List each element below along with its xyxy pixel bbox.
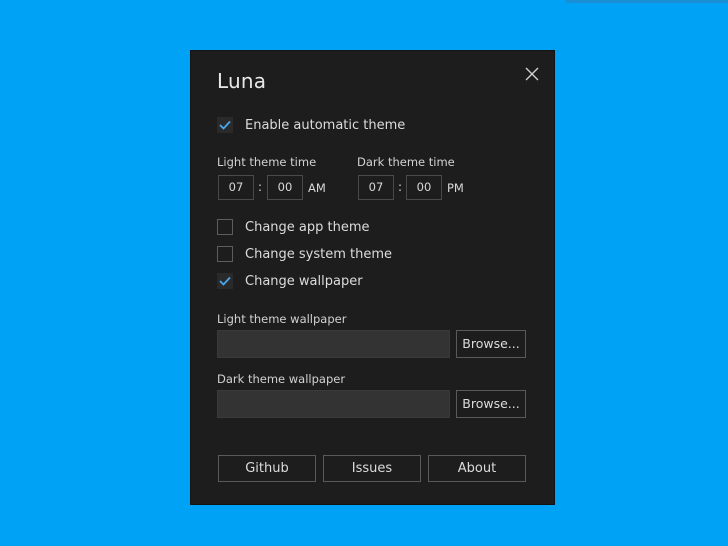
dark-period-toggle[interactable]: PM xyxy=(447,181,464,195)
issues-button[interactable]: Issues xyxy=(323,455,421,482)
light-theme-wallpaper-label: Light theme wallpaper xyxy=(217,312,347,326)
light-wallpaper-path-input[interactable] xyxy=(217,330,450,358)
dark-wallpaper-browse-button[interactable]: Browse... xyxy=(456,390,526,418)
light-time-separator: : xyxy=(258,180,263,194)
dark-time-separator: : xyxy=(398,180,403,194)
dark-hour-input[interactable]: 07 xyxy=(358,175,394,200)
desktop-top-strip xyxy=(566,0,728,3)
close-icon xyxy=(525,67,539,81)
light-period-toggle[interactable]: AM xyxy=(308,181,326,195)
light-hour-input[interactable]: 07 xyxy=(218,175,254,200)
github-button[interactable]: Github xyxy=(218,455,316,482)
enable-automatic-theme-label: Enable automatic theme xyxy=(245,117,406,133)
light-theme-time-label: Light theme time xyxy=(217,155,317,169)
change-app-theme-checkbox[interactable]: Change app theme xyxy=(217,218,370,236)
enable-automatic-theme-checkbox[interactable]: Enable automatic theme xyxy=(217,116,405,134)
dark-wallpaper-path-input[interactable] xyxy=(217,390,450,418)
change-wallpaper-label: Change wallpaper xyxy=(245,273,363,289)
change-wallpaper-checkbox[interactable]: Change wallpaper xyxy=(217,272,363,290)
light-wallpaper-browse-button[interactable]: Browse... xyxy=(456,330,526,358)
close-button[interactable] xyxy=(522,64,542,84)
checkmark-icon xyxy=(219,276,231,286)
checkmark-icon xyxy=(219,120,231,130)
about-button[interactable]: About xyxy=(428,455,526,482)
window-title: Luna xyxy=(217,69,267,93)
dark-theme-wallpaper-label: Dark theme wallpaper xyxy=(217,372,346,386)
dark-minute-input[interactable]: 00 xyxy=(406,175,442,200)
checkbox-box xyxy=(217,273,233,289)
checkbox-box xyxy=(217,117,233,133)
checkbox-box xyxy=(217,246,233,262)
luna-settings-window: Luna Enable automatic theme Light theme … xyxy=(191,51,554,504)
change-system-theme-label: Change system theme xyxy=(245,246,393,262)
change-app-theme-label: Change app theme xyxy=(245,219,370,235)
light-minute-input[interactable]: 00 xyxy=(267,175,303,200)
checkbox-box xyxy=(217,219,233,235)
change-system-theme-checkbox[interactable]: Change system theme xyxy=(217,245,392,263)
dark-theme-time-label: Dark theme time xyxy=(357,155,455,169)
